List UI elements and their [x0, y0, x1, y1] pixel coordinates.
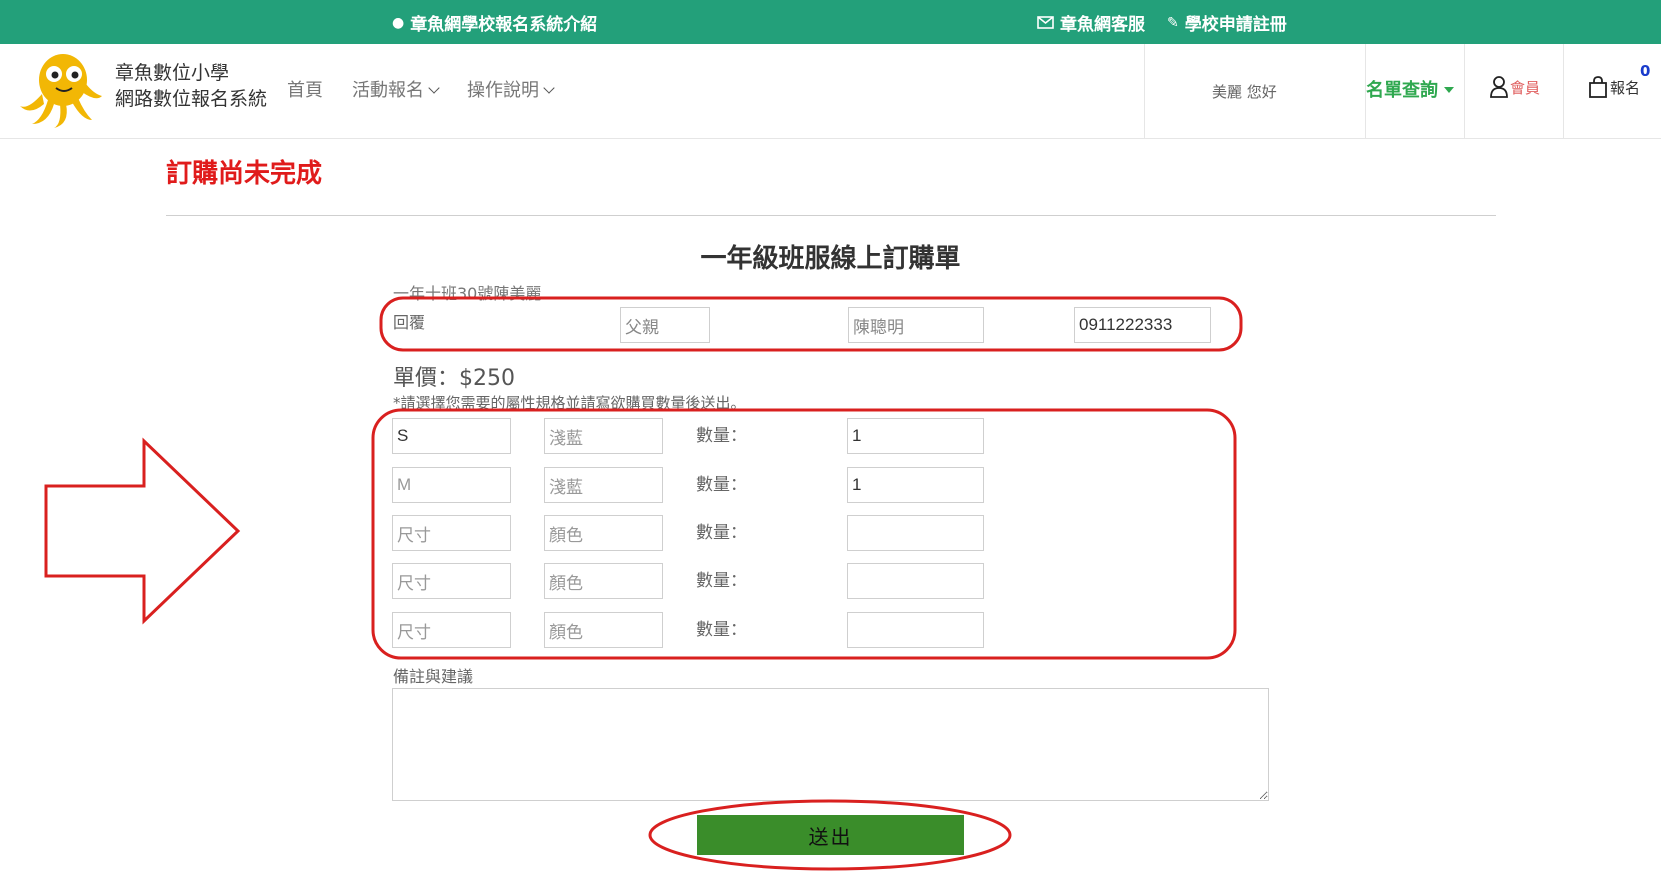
brand-line-1: 章魚數位小學: [115, 62, 230, 84]
divider: [166, 215, 1496, 216]
quantity-field[interactable]: [847, 418, 984, 454]
nav-home-label: 首頁: [287, 80, 323, 101]
quantity-field[interactable]: [847, 467, 984, 503]
size-field[interactable]: [392, 418, 511, 454]
nav-instructions[interactable]: 操作說明: [467, 76, 555, 102]
service-link[interactable]: 章魚網客服: [1037, 10, 1145, 35]
header-divider: [1464, 44, 1465, 139]
nav-instructions-label: 操作說明: [467, 80, 539, 101]
remarks-textarea[interactable]: [392, 688, 1269, 801]
submit-button[interactable]: 送出: [697, 815, 964, 855]
pencil-icon: ✎: [1167, 14, 1179, 31]
student-class-info: 一年十班30號陳美麗: [393, 284, 542, 303]
quantity-label: 數量：: [696, 475, 747, 495]
order-status-message: 訂購尚未完成: [166, 159, 323, 189]
reply-label: 回覆: [393, 313, 426, 332]
cart-label: 報名: [1610, 78, 1641, 97]
color-field[interactable]: [544, 612, 663, 648]
intro-link[interactable]: ● 章魚網學校報名系統介紹: [392, 10, 598, 36]
caret-down-icon: [1444, 87, 1454, 93]
member-label: 會員: [1510, 78, 1541, 97]
service-link-label: 章魚網客服: [1060, 15, 1145, 35]
octopus-logo[interactable]: [18, 50, 102, 128]
quantity-label: 數量：: [696, 571, 747, 591]
reply-name-field[interactable]: [848, 307, 984, 343]
size-field[interactable]: [392, 515, 511, 551]
brand-line-2: 網路數位報名系統: [115, 88, 268, 110]
register-link-label: 學校申請註冊: [1184, 15, 1287, 35]
size-field[interactable]: [392, 563, 511, 599]
color-field[interactable]: [544, 563, 663, 599]
list-query-label: 名單查詢: [1366, 80, 1438, 101]
intro-link-label: 章魚網學校報名系統介紹: [410, 15, 598, 35]
order-instruction: *請選擇您需要的屬性規格並請寫欲購買數量後送出。: [393, 394, 746, 412]
quantity-field[interactable]: [847, 612, 984, 648]
color-field[interactable]: [544, 418, 663, 454]
remarks-label: 備註與建議: [393, 667, 474, 686]
signup-cart[interactable]: 報名: [1588, 76, 1640, 98]
mail-icon: [1037, 16, 1054, 29]
reply-relation-field[interactable]: [620, 307, 710, 343]
quantity-field[interactable]: [847, 563, 984, 599]
globe-icon: ●: [392, 14, 405, 31]
quantity-label: 數量：: [696, 426, 747, 446]
brand-name[interactable]: 章魚數位小學 網路數位報名系統: [115, 60, 267, 112]
unit-price: 單價：$250: [393, 366, 515, 391]
nav-activity-signup[interactable]: 活動報名: [352, 76, 440, 102]
color-field[interactable]: [544, 467, 663, 503]
size-field[interactable]: [392, 612, 511, 648]
size-field[interactable]: [392, 467, 511, 503]
register-link[interactable]: ✎ 學校申請註冊: [1167, 10, 1287, 36]
quantity-field[interactable]: [847, 515, 984, 551]
chevron-down-icon: [543, 82, 555, 94]
right-arrow-icon: [44, 437, 241, 625]
nav-activity-label: 活動報名: [352, 80, 424, 101]
nav-home[interactable]: 首頁: [287, 76, 323, 102]
quantity-label: 數量：: [696, 620, 747, 640]
top-bar: ● 章魚網學校報名系統介紹 章魚網客服 ✎ 學校申請註冊: [0, 0, 1661, 44]
chevron-down-icon: [428, 82, 440, 94]
color-field[interactable]: [544, 515, 663, 551]
user-icon: [1490, 76, 1508, 98]
reply-phone-field[interactable]: [1074, 307, 1211, 343]
header-divider: [1563, 44, 1564, 139]
site-header: 章魚數位小學 網路數位報名系統 首頁 活動報名 操作說明 美麗 您好 名單查詢 …: [0, 44, 1661, 139]
header-divider: [1144, 44, 1145, 139]
cart-count-badge: 0: [1640, 62, 1651, 80]
user-greeting: 美麗 您好: [1212, 83, 1277, 101]
shopping-bag-icon: [1589, 76, 1607, 98]
list-query-dropdown[interactable]: 名單查詢: [1366, 76, 1454, 102]
form-title: 一年級班服線上訂購單: [700, 244, 961, 274]
member-link[interactable]: 會員: [1490, 76, 1540, 98]
quantity-label: 數量：: [696, 523, 747, 543]
